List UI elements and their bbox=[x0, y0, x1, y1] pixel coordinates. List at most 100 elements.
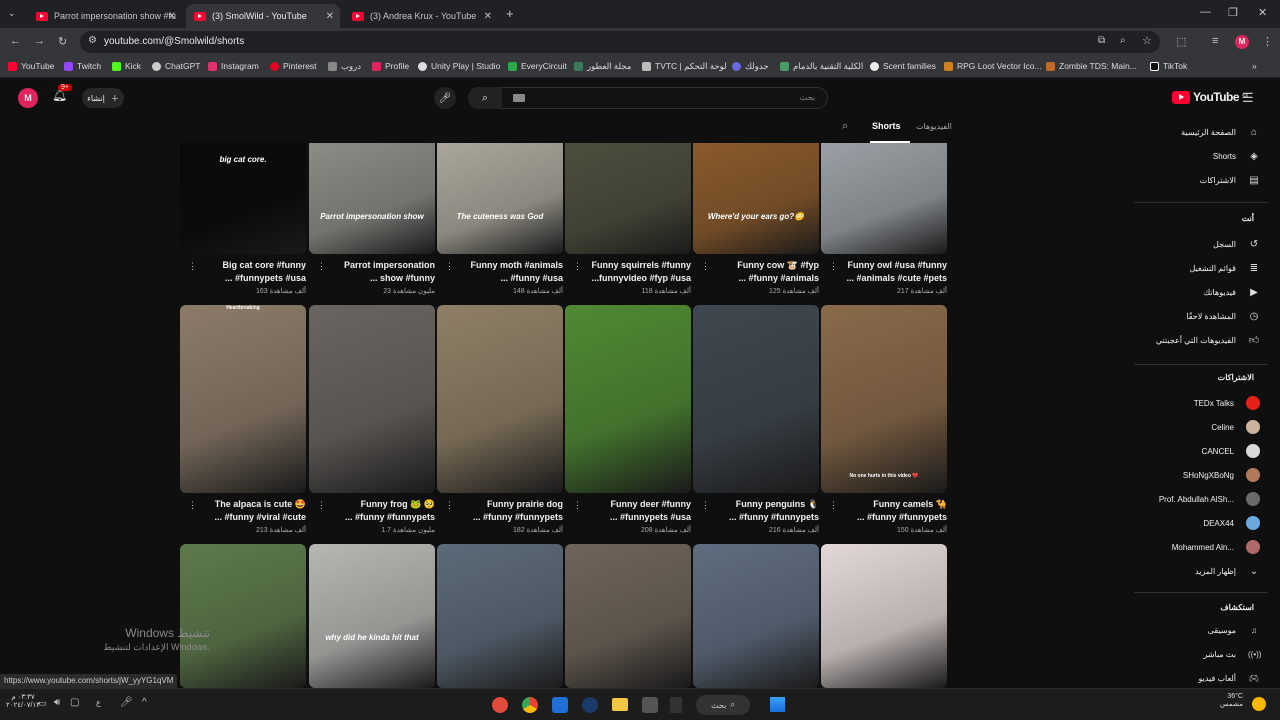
install-icon[interactable]: ⧉ bbox=[1098, 35, 1105, 46]
short-title[interactable]: Funny cow 🐮 #fyp bbox=[709, 259, 819, 272]
short-title-line2[interactable]: ... #funnypets #usa bbox=[196, 272, 306, 285]
start-icon[interactable] bbox=[770, 697, 785, 712]
bookmark[interactable]: Scent families bbox=[870, 61, 936, 71]
short-thumbnail[interactable] bbox=[437, 305, 563, 493]
reading-list-icon[interactable]: ≡ bbox=[1212, 35, 1218, 47]
back-icon[interactable]: ← bbox=[10, 35, 21, 47]
bookmark[interactable]: دروب bbox=[328, 61, 361, 72]
hidden-icons-chevron-icon[interactable]: ^ bbox=[142, 697, 147, 708]
sidebar-item-subscription[interactable]: CANCEL bbox=[1202, 441, 1260, 461]
short-title-line2[interactable]: ... #funny #funnypets bbox=[837, 511, 947, 524]
minimize-icon[interactable]: — bbox=[1200, 6, 1211, 18]
short-title[interactable]: Funny owl #usa #funny bbox=[837, 259, 947, 272]
taskbar-search[interactable]: بحث ⌕ bbox=[696, 695, 750, 715]
short-title-line2[interactable]: ... #funny #animals bbox=[709, 272, 819, 285]
short-thumbnail[interactable] bbox=[309, 305, 435, 493]
bookmark[interactable]: Twitch bbox=[64, 61, 101, 71]
short-thumbnail[interactable]: Heartbreaking bbox=[180, 305, 306, 493]
short-title[interactable]: Funny squirrels #funny bbox=[581, 259, 691, 272]
app-icon[interactable] bbox=[670, 697, 682, 713]
short-thumbnail[interactable] bbox=[821, 544, 947, 688]
short-title-line2[interactable]: ...funnyvideo #fyp #usa bbox=[581, 272, 691, 285]
chrome-icon[interactable] bbox=[522, 697, 538, 713]
search-input[interactable]: بحث bbox=[468, 87, 828, 109]
tab-search-icon[interactable]: ⌄ bbox=[8, 8, 16, 19]
tab-shorts[interactable]: Shorts bbox=[872, 121, 901, 131]
sidebar-item-subscription[interactable]: DEAX44 bbox=[1203, 513, 1260, 533]
profile-avatar[interactable]: M bbox=[1235, 35, 1249, 49]
sidebar-item[interactable]: بث مباشر ((•)) bbox=[1203, 644, 1261, 664]
short-title[interactable]: Parrot impersonation bbox=[325, 259, 435, 272]
sidebar-item[interactable]: السجل ↺ bbox=[1213, 234, 1260, 254]
bookmark[interactable]: TikTok bbox=[1150, 61, 1187, 71]
bookmark[interactable]: YouTube bbox=[8, 61, 54, 71]
browser-tab[interactable]: (3) Andrea Krux - YouTube ✕ bbox=[344, 4, 498, 28]
sidebar-item-subscription[interactable]: TEDx Talks bbox=[1194, 393, 1260, 413]
bookmark[interactable]: جدولك bbox=[732, 61, 769, 72]
menu-icon[interactable]: ⋮ bbox=[1262, 35, 1273, 48]
short-thumbnail[interactable] bbox=[821, 143, 947, 254]
sidebar-item[interactable]: موسيقى ♫ bbox=[1208, 620, 1260, 640]
bookmark[interactable]: ChatGPT bbox=[152, 61, 200, 71]
sidebar-item[interactable]: الصفحة الرئيسية ⌂ bbox=[1181, 122, 1260, 142]
youtube-logo[interactable]: YouTube SA bbox=[1172, 90, 1248, 104]
short-title[interactable]: Funny camels 🐪 bbox=[837, 498, 947, 511]
sidebar-item[interactable]: قوائم التشغيل ≣ bbox=[1190, 258, 1261, 278]
short-thumbnail[interactable] bbox=[565, 544, 691, 688]
bookmark-star-icon[interactable]: ☆ bbox=[1142, 34, 1152, 47]
voice-search-icon[interactable]: 🎤︎ bbox=[434, 87, 456, 109]
bookmark[interactable]: RPG Loot Vector Ico... bbox=[944, 61, 1042, 71]
sidebar-item[interactable]: فيديوهاتك ▶ bbox=[1204, 282, 1260, 302]
show-more-button[interactable]: إظهار المزيد ⌄ bbox=[1195, 561, 1260, 581]
short-thumbnail[interactable] bbox=[565, 305, 691, 493]
site-info-icon[interactable]: ⚙ bbox=[88, 35, 97, 46]
bookmark[interactable]: Zombie TDS: Main... bbox=[1046, 61, 1137, 71]
short-title-line2[interactable]: ... #funny #funnypets bbox=[709, 511, 819, 524]
channel-search-icon[interactable]: ⌕ bbox=[842, 120, 848, 133]
tab-videos[interactable]: الفيديوهات bbox=[916, 122, 952, 131]
close-tab-icon[interactable]: ✕ bbox=[326, 11, 334, 22]
app-icon[interactable] bbox=[492, 697, 508, 713]
create-button[interactable]: إنشاء ＋ bbox=[82, 88, 124, 108]
more-bookmarks-icon[interactable]: » bbox=[1252, 61, 1257, 71]
sidebar-item-subscription[interactable]: Celine bbox=[1211, 417, 1260, 437]
short-thumbnail[interactable] bbox=[693, 305, 819, 493]
short-title-line2[interactable]: ... #funny #viral #cute bbox=[196, 511, 306, 524]
app-icon[interactable] bbox=[552, 697, 568, 713]
weather-widget[interactable]: 36°C مشمس bbox=[1220, 693, 1243, 708]
sidebar-item-subscription[interactable]: Mohammed Aln... bbox=[1172, 537, 1260, 557]
address-bar[interactable]: ⚙ youtube.com/@Smolwild/shorts ⧉ ⌕ ☆ bbox=[80, 31, 1160, 53]
sidebar-item[interactable]: ألعاب فيديو 🎮︎ bbox=[1198, 668, 1260, 688]
new-tab-icon[interactable]: + bbox=[506, 6, 514, 21]
guide-menu-icon[interactable]: ☰ bbox=[1242, 90, 1254, 106]
you-section-header[interactable]: أنت bbox=[1242, 214, 1254, 223]
extensions-icon[interactable]: ⬚ bbox=[1176, 35, 1186, 48]
subscriptions-section-header[interactable]: الاشتراكات bbox=[1218, 373, 1254, 382]
bookmark[interactable]: Unity Play | Studio bbox=[418, 61, 500, 71]
short-thumbnail[interactable]: why did he kinda hit that bbox=[309, 544, 435, 688]
short-title[interactable]: The alpaca is cute 🤩 bbox=[196, 498, 306, 511]
short-title-line2[interactable]: ... show #funny bbox=[325, 272, 435, 285]
sidebar-item[interactable]: المشاهدة لاحقًا ◷ bbox=[1186, 306, 1260, 326]
short-thumbnail[interactable]: big cat core. bbox=[180, 143, 306, 254]
volume-icon[interactable]: 🔊︎ bbox=[54, 697, 60, 708]
close-window-icon[interactable]: ✕ bbox=[1258, 6, 1267, 19]
account-avatar[interactable]: M bbox=[18, 88, 38, 108]
clock[interactable]: ٠٣:٣٧ م ٢٠٢٤/٠٧/١٣ bbox=[6, 693, 40, 709]
reload-icon[interactable]: ↻ bbox=[58, 35, 67, 48]
sidebar-item-subscription[interactable]: Prof. Abdullah AlSh... bbox=[1159, 489, 1260, 509]
short-title-line2[interactable]: ... #funny #funnypets bbox=[325, 511, 435, 524]
short-title[interactable]: Funny penguins 🐧 bbox=[709, 498, 819, 511]
bookmark[interactable]: Pinterest bbox=[270, 61, 317, 71]
bookmark[interactable]: Instagram bbox=[208, 61, 259, 71]
browser-tab[interactable]: Parrot impersonation show #fu ✕ bbox=[28, 4, 182, 28]
short-thumbnail[interactable] bbox=[565, 143, 691, 254]
sidebar-item[interactable]: الفيديوهات التي أعجبتني 👍︎ bbox=[1156, 330, 1260, 350]
bookmark[interactable]: EveryCircuit bbox=[508, 61, 567, 71]
short-title-line2[interactable]: ... #animals #cute #pets bbox=[837, 272, 947, 285]
keyboard-icon[interactable] bbox=[513, 94, 525, 102]
close-tab-icon[interactable]: ✕ bbox=[168, 11, 176, 22]
sidebar-item-subscription[interactable]: SHoNgXBoNg bbox=[1183, 465, 1260, 485]
bookmark[interactable]: مجلة العطور bbox=[574, 61, 631, 72]
short-title-line2[interactable]: ... #funny #usa bbox=[453, 272, 563, 285]
